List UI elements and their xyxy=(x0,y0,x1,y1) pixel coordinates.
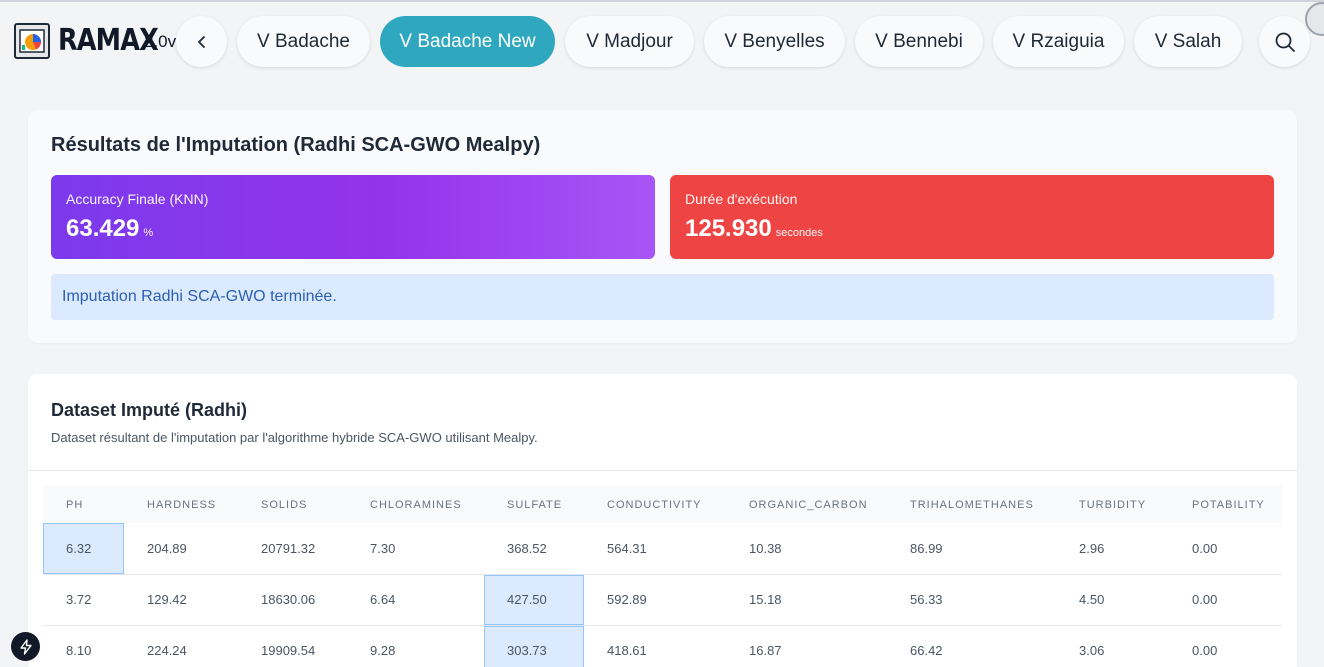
column-header[interactable]: CHLORAMINES xyxy=(347,486,484,523)
table-cell[interactable]: 6.64 xyxy=(347,574,484,626)
column-header[interactable]: TURBIDITY xyxy=(1056,486,1169,523)
accuracy-stat-card: Accuracy Finale (KNN) 63.429% xyxy=(51,175,655,259)
table-header-row: PH HARDNESS SOLIDS CHLORAMINES SULFATE C… xyxy=(43,486,1282,523)
table-cell[interactable]: 0.00 xyxy=(1169,523,1282,575)
version-label: 2.0v xyxy=(144,32,177,51)
duration-unit: secondes xyxy=(775,227,823,239)
table-cell[interactable]: 129.42 xyxy=(124,574,238,626)
results-card: Résultats de l'Imputation (Radhi SCA-GWO… xyxy=(28,110,1297,343)
top-border xyxy=(0,0,1324,2)
nav-tab-rzaiguia[interactable]: V Rzaiguia xyxy=(993,16,1124,67)
accuracy-value: 63.429 xyxy=(66,215,140,242)
table-row: 6.32 204.89 20791.32 7.30 368.52 564.31 … xyxy=(43,523,1282,575)
table-cell[interactable]: 3.06 xyxy=(1056,625,1169,667)
logo-text: RAMAX xyxy=(58,23,159,58)
success-alert: Imputation Radhi SCA-GWO terminée. xyxy=(51,274,1274,320)
nav-tab-bennebi[interactable]: V Bennebi xyxy=(855,16,983,67)
table-cell[interactable]: 10.38 xyxy=(726,523,887,575)
table-cell[interactable]: 592.89 xyxy=(584,574,726,626)
column-header[interactable]: SULFATE xyxy=(484,486,584,523)
accuracy-value-wrap: 63.429% xyxy=(66,215,153,243)
table-row: 3.72 129.42 18630.06 6.64 427.50 592.89 … xyxy=(43,574,1282,626)
duration-label: Durée d'exécution xyxy=(685,191,798,207)
table-cell[interactable]: 9.28 xyxy=(347,625,484,667)
table-cell[interactable]: 4.50 xyxy=(1056,574,1169,626)
top-navigation-bar: RAMAX 2.0v V Badache V Badache New V Mad… xyxy=(0,0,1324,84)
table-cell[interactable]: 368.52 xyxy=(484,523,584,575)
dataset-title: Dataset Imputé (Radhi) xyxy=(51,400,248,420)
divider xyxy=(28,470,1297,471)
search-icon xyxy=(1275,32,1295,52)
column-header[interactable]: PH xyxy=(43,486,124,523)
column-header[interactable]: HARDNESS xyxy=(124,486,238,523)
table-cell[interactable]: 66.42 xyxy=(887,625,1056,667)
dataset-table: PH HARDNESS SOLIDS CHLORAMINES SULFATE C… xyxy=(43,486,1282,667)
column-header[interactable]: ORGANIC_CARBON xyxy=(726,486,887,523)
imputed-cell[interactable]: 303.73 xyxy=(484,625,584,667)
chevron-left-icon xyxy=(197,35,205,48)
table-cell[interactable]: 8.10 xyxy=(43,625,124,667)
table-cell[interactable]: 7.30 xyxy=(347,523,484,575)
imputed-cell[interactable]: 6.32 xyxy=(43,523,124,575)
nav-tab-benyelles[interactable]: V Benyelles xyxy=(704,16,845,67)
chart-logo-icon xyxy=(14,23,50,59)
duration-value: 125.930 xyxy=(685,215,772,242)
table-cell[interactable]: 0.00 xyxy=(1169,574,1282,626)
table-cell[interactable]: 2.96 xyxy=(1056,523,1169,575)
table-cell[interactable]: 418.61 xyxy=(584,625,726,667)
lightning-bolt-icon xyxy=(19,638,32,655)
table-cell[interactable]: 18630.06 xyxy=(238,574,347,626)
table-row: 8.10 224.24 19909.54 9.28 303.73 418.61 … xyxy=(43,625,1282,667)
table-cell[interactable]: 224.24 xyxy=(124,625,238,667)
dataset-subtitle: Dataset résultant de l'imputation par l'… xyxy=(51,430,538,445)
column-header[interactable]: SOLIDS xyxy=(238,486,347,523)
table-cell[interactable]: 16.87 xyxy=(726,625,887,667)
table-cell[interactable]: 0.00 xyxy=(1169,625,1282,667)
table-cell[interactable]: 19909.54 xyxy=(238,625,347,667)
nav-tab-madjour[interactable]: V Madjour xyxy=(565,16,694,67)
table-cell[interactable]: 3.72 xyxy=(43,574,124,626)
column-header[interactable]: POTABILITY xyxy=(1169,486,1282,523)
accuracy-label: Accuracy Finale (KNN) xyxy=(66,191,209,207)
table-cell[interactable]: 56.33 xyxy=(887,574,1056,626)
dataset-card: Dataset Imputé (Radhi) Dataset résultant… xyxy=(28,374,1297,667)
back-button[interactable] xyxy=(176,16,227,67)
results-title: Résultats de l'Imputation (Radhi SCA-GWO… xyxy=(51,134,541,156)
imputed-cell[interactable]: 427.50 xyxy=(484,574,584,626)
nav-tab-salah[interactable]: V Salah xyxy=(1134,16,1242,67)
table-cell[interactable]: 564.31 xyxy=(584,523,726,575)
search-button[interactable] xyxy=(1259,16,1310,67)
table-cell[interactable]: 15.18 xyxy=(726,574,887,626)
table-cell[interactable]: 204.89 xyxy=(124,523,238,575)
duration-stat-card: Durée d'exécution 125.930 secondes xyxy=(670,175,1274,259)
nav-tab-badache[interactable]: V Badache xyxy=(237,16,370,67)
column-header[interactable]: TRIHALOMETHANES xyxy=(887,486,1056,523)
quick-action-button[interactable] xyxy=(11,632,40,661)
table-cell[interactable]: 86.99 xyxy=(887,523,1056,575)
accuracy-unit: % xyxy=(143,227,154,239)
column-header[interactable]: CONDUCTIVITY xyxy=(584,486,726,523)
duration-value-wrap: 125.930 secondes xyxy=(685,215,823,243)
nav-tab-badache-new[interactable]: V Badache New xyxy=(380,16,555,67)
table-cell[interactable]: 20791.32 xyxy=(238,523,347,575)
